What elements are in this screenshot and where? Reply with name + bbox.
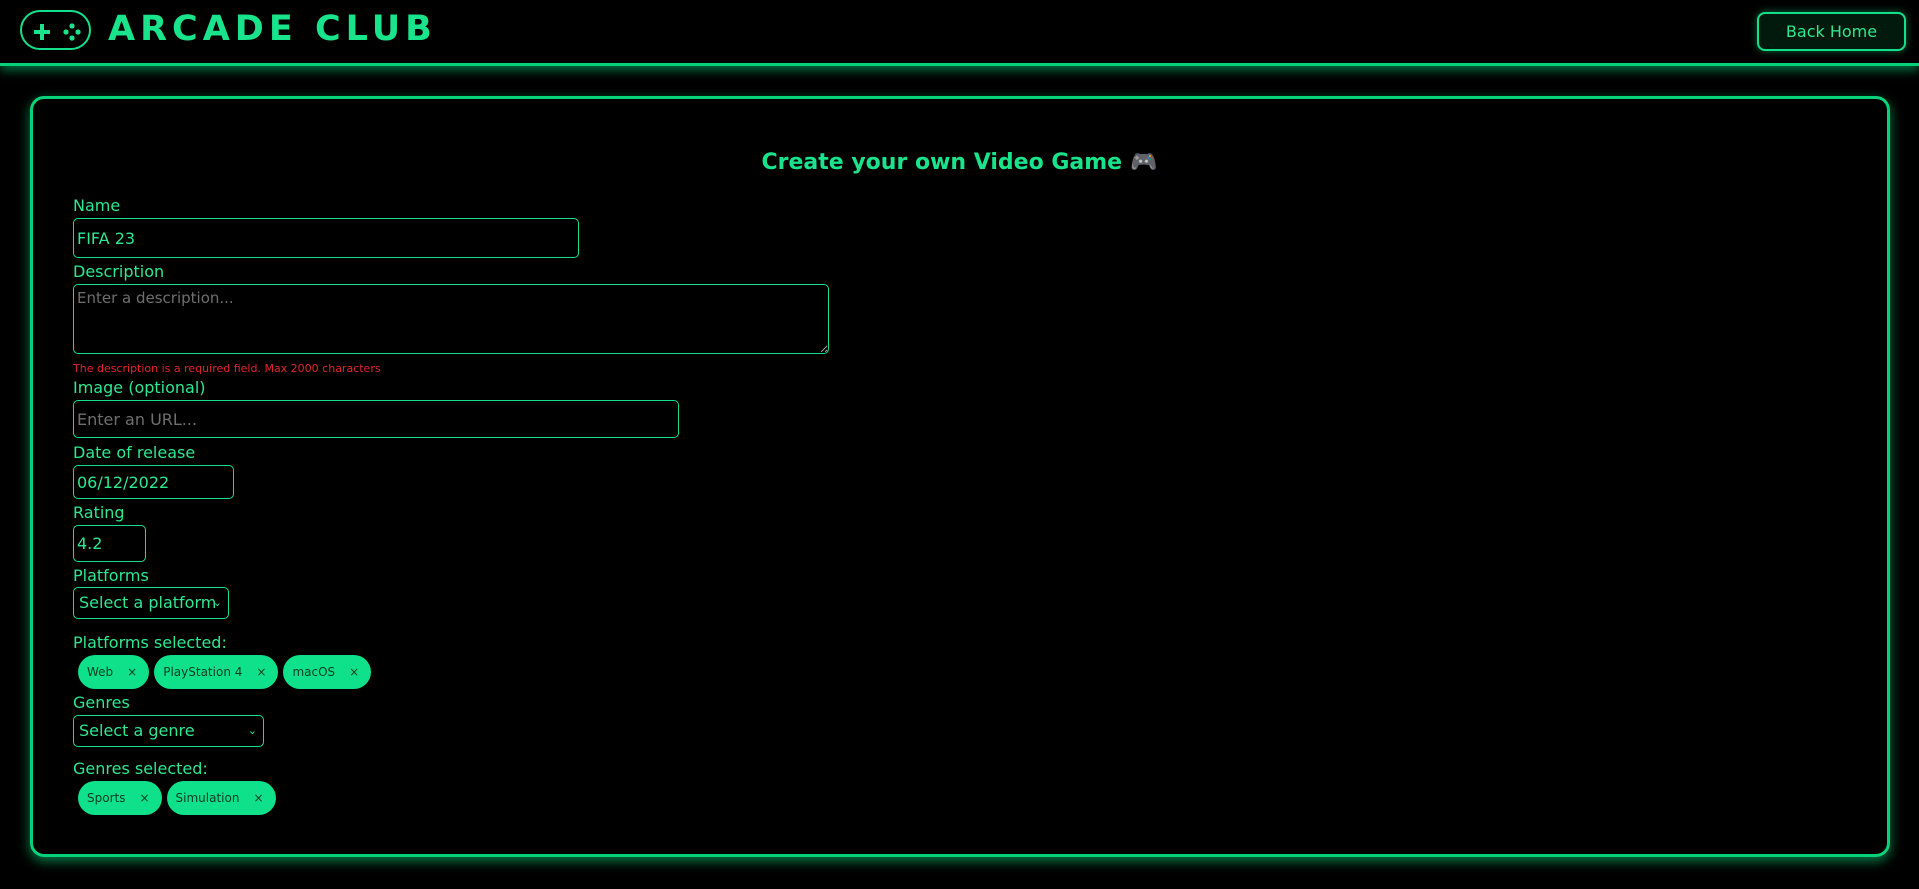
platform-chip[interactable]: macOS × [283, 655, 372, 689]
platform-chip[interactable]: Web × [78, 655, 150, 689]
remove-platform-icon[interactable]: × [127, 665, 137, 679]
platform-chip-label: macOS [292, 665, 336, 679]
platform-select[interactable]: Select a platform ⌄ [73, 587, 229, 619]
selected-platforms-list: Web × PlayStation 4 × macOS × [78, 655, 372, 689]
description-error-message: The description is a required field. Max… [73, 362, 381, 375]
description-label: Description [73, 262, 165, 281]
selected-genres-list: Sports × Simulation × [78, 781, 276, 815]
site-logo-text: ARCADE CLUB [108, 9, 437, 49]
chevron-down-icon: ⌄ [212, 596, 222, 609]
name-input[interactable] [73, 218, 579, 258]
form-title-text: Create your own Video Game [761, 150, 1123, 175]
genre-chip-label: Sports [87, 791, 126, 805]
platform-chip-label: PlayStation 4 [163, 665, 243, 679]
rating-input[interactable] [73, 525, 146, 562]
remove-platform-icon[interactable]: × [256, 665, 266, 679]
genre-chip[interactable]: Sports × [78, 781, 162, 815]
gamepad-icon: 🎮 [1130, 150, 1158, 175]
platform-select-value: Select a platform [79, 593, 217, 612]
form-title: Create your own Video Game 🎮 [0, 148, 1919, 178]
platforms-selected-label: Platforms selected: [73, 633, 227, 652]
image-url-input[interactable] [73, 400, 679, 438]
release-date-label: Date of release [73, 443, 196, 462]
back-home-button[interactable]: Back Home [1757, 12, 1906, 51]
platform-chip[interactable]: PlayStation 4 × [154, 655, 279, 689]
genres-label: Genres [73, 693, 130, 712]
release-date-input[interactable] [73, 465, 234, 499]
create-game-form-panel [30, 96, 1890, 857]
platform-chip-label: Web [87, 665, 114, 679]
genre-chip-label: Simulation [175, 791, 240, 805]
genre-chip[interactable]: Simulation × [166, 781, 276, 815]
genres-selected-label: Genres selected: [73, 759, 208, 778]
gamepad-logo-icon [20, 10, 91, 50]
platforms-label: Platforms [73, 566, 149, 585]
rating-label: Rating [73, 503, 125, 522]
remove-genre-icon[interactable]: × [253, 791, 263, 805]
chevron-down-icon: ⌄ [247, 724, 257, 737]
image-label: Image (optional) [73, 378, 206, 397]
description-textarea[interactable] [73, 284, 829, 354]
remove-platform-icon[interactable]: × [349, 665, 359, 679]
remove-genre-icon[interactable]: × [139, 791, 149, 805]
genre-select-value: Select a genre [79, 721, 195, 740]
top-header: ARCADE CLUB Back Home [0, 0, 1919, 66]
genre-select[interactable]: Select a genre ⌄ [73, 715, 264, 747]
name-label: Name [73, 196, 121, 215]
